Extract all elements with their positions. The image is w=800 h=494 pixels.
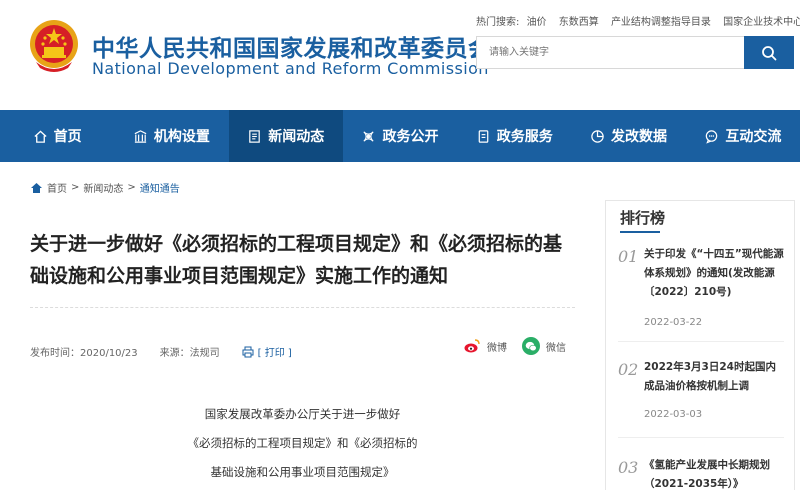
home-icon: [34, 129, 47, 143]
hot-search-term[interactable]: 产业结构调整指导目录: [611, 17, 711, 28]
chat-icon: [706, 129, 718, 144]
nav-item-label: 新闻动态: [268, 129, 325, 145]
national-emblem-icon[interactable]: [28, 18, 80, 76]
breadcrumb-home[interactable]: 首页: [47, 180, 67, 195]
weibo-icon: [463, 337, 481, 355]
breadcrumb-separator: >: [71, 182, 80, 193]
data-pie-icon: [591, 129, 604, 143]
nav-item-label: 政务服务: [496, 129, 553, 145]
nav-item-service[interactable]: 政务服务: [457, 110, 571, 162]
news-icon: [249, 129, 260, 143]
body-line: 国家发展改革委办公厅关于进一步做好: [204, 407, 401, 421]
nav-item-organization[interactable]: 机构设置: [114, 110, 228, 162]
article-title: 关于进一步做好《必须招标的工程项目规定》和《必须招标的基础设施和公用事业项目范围…: [30, 233, 563, 287]
hot-search-term[interactable]: 东数西算: [559, 17, 599, 28]
nav-item-home[interactable]: 首页: [0, 110, 114, 162]
rank-title[interactable]: 关于印发《“十四五”现代能源体系规划》的通知(发改能源〔2022〕210号): [644, 245, 786, 302]
ranking-panel: 排行榜 01 关于印发《“十四五”现代能源体系规划》的通知(发改能源〔2022〕…: [605, 200, 795, 490]
article-meta: 发布时间：2020/10/23 来源：法规司 [ 打印 ]: [30, 344, 292, 359]
breadcrumb-separator: >: [127, 182, 136, 193]
nav-item-interaction[interactable]: 互动交流: [686, 110, 800, 162]
nav-item-news[interactable]: 新闻动态: [228, 110, 343, 162]
home-icon: [31, 182, 42, 193]
hot-search-term[interactable]: 油价: [527, 17, 547, 28]
title-divider: [30, 307, 575, 308]
building-icon: [134, 129, 147, 143]
search-box: [476, 36, 744, 69]
service-icon: [478, 129, 489, 143]
breadcrumb-current[interactable]: 通知通告: [140, 180, 180, 195]
share-weibo-button[interactable]: 微博: [463, 337, 507, 355]
breadcrumb-level1[interactable]: 新闻动态: [83, 180, 123, 195]
print-label: [ 打印 ]: [257, 348, 292, 359]
share-weibo-label: 微博: [487, 342, 507, 354]
rank-number: 01: [618, 247, 639, 266]
rank-number: 02: [618, 360, 639, 379]
article-source: 来源：法规司: [159, 348, 220, 359]
rank-title[interactable]: 《氢能产业发展中长期规划（2021-2035年）》: [644, 456, 786, 494]
nav-item-label: 政务公开: [382, 129, 439, 145]
breadcrumb: 首页 > 新闻动态 > 通知通告: [30, 180, 180, 195]
nav-item-label: 首页: [53, 129, 82, 145]
site-header: 中华人民共和国国家发展和改革委员会 National Development a…: [0, 0, 800, 110]
print-button[interactable]: [ 打印 ]: [242, 344, 292, 359]
search-input[interactable]: [477, 37, 744, 68]
rank-date: 2022-03-22: [644, 317, 703, 328]
body-line: 基础设施和公用事业项目范围规定》: [210, 465, 395, 479]
search-icon: [762, 45, 777, 60]
rank-date: 2022-03-03: [644, 409, 703, 420]
share-wechat-label: 微信: [546, 342, 566, 354]
search-button[interactable]: [744, 36, 794, 69]
body-line: 《必须招标的工程项目规定》和《必须招标的: [187, 436, 418, 450]
ranking-title-underline: [620, 231, 660, 233]
publish-time: 发布时间：2020/10/23: [30, 348, 138, 359]
site-title-en[interactable]: National Development and Reform Commissi…: [92, 59, 489, 78]
hot-search-label: 热门搜索:: [476, 17, 520, 28]
article-body: 国家发展改革委办公厅关于进一步做好 《必须招标的工程项目规定》和《必须招标的 基…: [30, 400, 575, 487]
nav-item-data[interactable]: 发改数据: [571, 110, 685, 162]
main-nav: 首页 机构设置 新闻动态 政务公开 政务服务 发改数据 互动交流: [0, 110, 800, 162]
nav-item-label: 机构设置: [153, 129, 210, 145]
disclosure-icon: [363, 130, 375, 142]
hot-search-term[interactable]: 国家企业技术中心: [723, 17, 800, 28]
wechat-icon: [522, 337, 540, 355]
hot-search-bar: 热门搜索: 油价 东数西算 产业结构调整指导目录 国家企业技术中心 光伏: [476, 13, 800, 28]
printer-icon: [242, 346, 254, 357]
ranking-divider: [618, 341, 784, 342]
ranking-divider: [618, 437, 784, 438]
nav-item-label: 互动交流: [725, 129, 782, 145]
site-title-cn[interactable]: 中华人民共和国国家发展和改革委员会: [92, 29, 492, 63]
ranking-title: 排行榜: [620, 209, 666, 227]
nav-item-disclosure[interactable]: 政务公开: [343, 110, 457, 162]
rank-title[interactable]: 2022年3月3日24时起国内成品油价格按机制上调: [644, 358, 786, 396]
share-wechat-button[interactable]: 微信: [522, 337, 566, 355]
nav-item-label: 发改数据: [611, 129, 668, 145]
rank-number: 03: [618, 458, 639, 477]
